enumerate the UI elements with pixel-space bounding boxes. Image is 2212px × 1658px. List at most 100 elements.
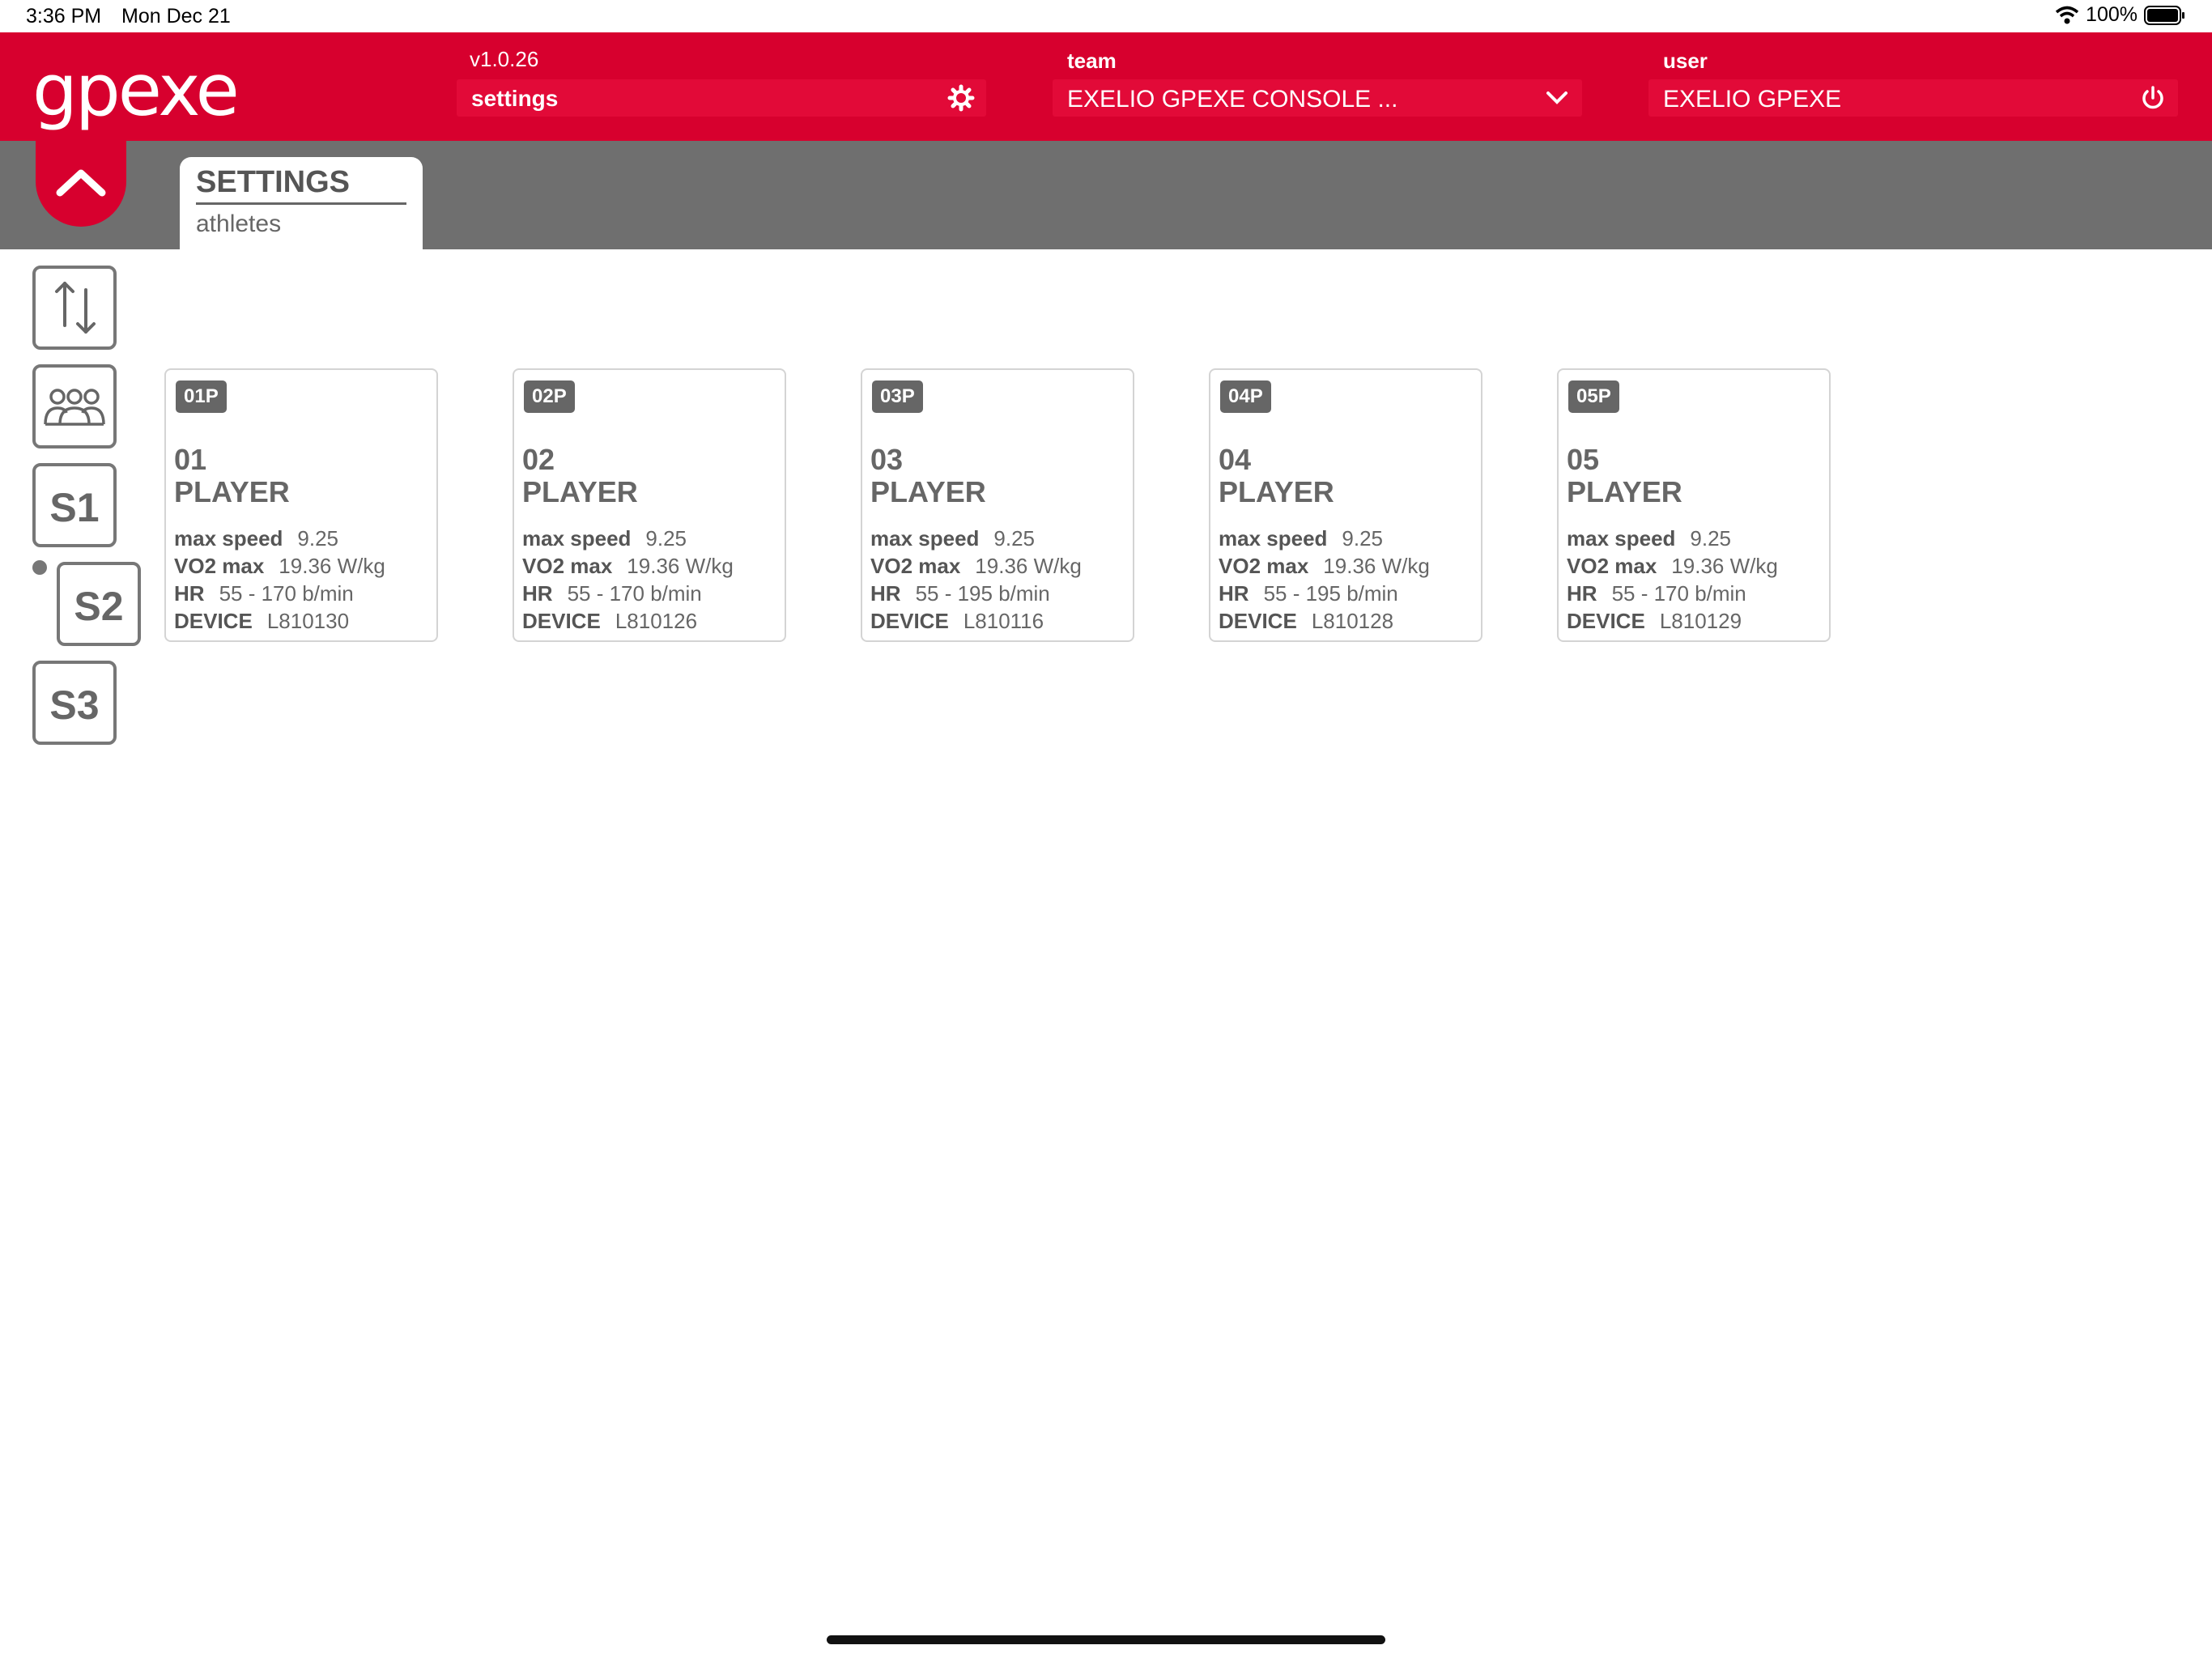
athlete-card[interactable]: 04P 04 PLAYER max speed 9.25 VO2 max 19.36… <box>1209 368 1482 642</box>
hr-label: HR <box>174 581 205 606</box>
max-speed-label: max speed <box>1567 526 1676 551</box>
vo2-row: VO2 max 19.36 W/kg <box>1567 554 1778 579</box>
device-label: DEVICE <box>174 609 253 633</box>
sort-arrows-icon <box>55 282 96 334</box>
session-s3-label: S3 <box>49 682 100 728</box>
max-speed-row: max speed 9.25 <box>1567 526 1731 551</box>
device-row: DEVICE L810128 <box>1219 609 1393 634</box>
user-field[interactable]: EXELIO GPEXE <box>1648 79 2178 117</box>
status-date: Mon Dec 21 <box>121 5 231 28</box>
athlete-name: PLAYER <box>1219 475 1334 508</box>
tab-title: SETTINGS <box>196 165 351 199</box>
athlete-badge: 01P <box>176 380 227 413</box>
max-speed-label: max speed <box>1219 526 1328 551</box>
device-label: DEVICE <box>1567 609 1645 633</box>
vo2-label: VO2 max <box>1567 554 1657 578</box>
vo2-value: 19.36 W/kg <box>1323 554 1430 578</box>
hr-label: HR <box>1567 581 1597 606</box>
athlete-card[interactable]: 02P 02 PLAYER max speed 9.25 VO2 max 19.36… <box>513 368 786 642</box>
session-s1-button[interactable]: S1 <box>32 463 117 547</box>
max-speed-label: max speed <box>174 526 283 551</box>
athlete-number: 01 <box>174 443 207 476</box>
battery-icon <box>2144 5 2184 25</box>
hr-value: 55 - 170 b/min <box>567 581 702 606</box>
user-value: EXELIO GPEXE <box>1663 86 1842 113</box>
team-label: team <box>1067 49 1117 73</box>
max-speed-label: max speed <box>870 526 980 551</box>
battery-percent: 100% <box>2086 3 2138 26</box>
session-s2-label: S2 <box>74 584 124 629</box>
athlete-card[interactable]: 01P 01 PLAYER max speed 9.25 VO2 max 19.36… <box>164 368 438 642</box>
hr-label: HR <box>1219 581 1249 606</box>
chevron-up-icon <box>56 169 106 197</box>
max-speed-value: 9.25 <box>1342 526 1384 551</box>
athlete-number: 04 <box>1219 443 1252 476</box>
power-icon[interactable] <box>2139 84 2167 112</box>
settings-button[interactable]: settings <box>457 79 986 117</box>
vo2-row: VO2 max 19.36 W/kg <box>870 554 1082 579</box>
hr-row: HR 55 - 170 b/min <box>1567 581 1746 606</box>
team-select[interactable]: EXELIO GPEXE CONSOLE ... <box>1053 79 1582 117</box>
hr-value: 55 - 170 b/min <box>1611 581 1746 606</box>
session-s1-label: S1 <box>49 485 100 530</box>
device-row: DEVICE L810129 <box>1567 609 1742 634</box>
team-view-button[interactable] <box>32 364 117 449</box>
hr-row: HR 55 - 195 b/min <box>1219 581 1398 606</box>
vo2-value: 19.36 W/kg <box>1671 554 1778 578</box>
hr-row: HR 55 - 170 b/min <box>174 581 354 606</box>
max-speed-value: 9.25 <box>297 526 339 551</box>
max-speed-row: max speed 9.25 <box>174 526 338 551</box>
max-speed-row: max speed 9.25 <box>1219 526 1383 551</box>
hr-label: HR <box>522 581 553 606</box>
device-label: DEVICE <box>522 609 601 633</box>
athlete-number: 03 <box>870 443 904 476</box>
settings-label: settings <box>471 86 559 111</box>
hr-value: 55 - 195 b/min <box>1263 581 1398 606</box>
hr-value: 55 - 195 b/min <box>915 581 1050 606</box>
athlete-number: 05 <box>1567 443 1600 476</box>
vo2-row: VO2 max 19.36 W/kg <box>174 554 385 579</box>
gpexe-logo: gpexe <box>32 49 240 132</box>
athlete-number: 02 <box>522 443 555 476</box>
device-value: L810129 <box>1659 609 1742 633</box>
athlete-badge: 03P <box>872 380 923 413</box>
athlete-card[interactable]: 03P 03 PLAYER max speed 9.25 VO2 max 19.36… <box>861 368 1134 642</box>
max-speed-row: max speed 9.25 <box>522 526 687 551</box>
chevron-down-icon <box>1546 91 1568 104</box>
vo2-label: VO2 max <box>522 554 613 578</box>
device-row: DEVICE L810126 <box>522 609 697 634</box>
tab-settings-athletes[interactable]: SETTINGS athletes <box>180 157 423 249</box>
hr-row: HR 55 - 170 b/min <box>522 581 702 606</box>
device-row: DEVICE L810116 <box>870 609 1044 634</box>
hr-row: HR 55 - 195 b/min <box>870 581 1050 606</box>
session-s3-button[interactable]: S3 <box>32 661 117 745</box>
wifi-icon <box>2055 6 2079 23</box>
vo2-label: VO2 max <box>1219 554 1309 578</box>
team-value: EXELIO GPEXE CONSOLE ... <box>1067 86 1398 113</box>
athlete-name: PLAYER <box>174 475 290 508</box>
status-bar: 3:36 PM Mon Dec 21 100% <box>0 0 2212 32</box>
device-label: DEVICE <box>870 609 949 633</box>
collapse-button[interactable] <box>36 141 126 227</box>
session-s2-button[interactable]: S2 <box>57 562 141 646</box>
hr-label: HR <box>870 581 901 606</box>
device-value: L810126 <box>615 609 698 633</box>
app-header: gpexe v1.0.26 settings team EXELIO GPEXE… <box>0 32 2212 141</box>
home-indicator[interactable] <box>827 1635 1385 1644</box>
active-indicator <box>32 560 47 575</box>
max-speed-value: 9.25 <box>993 526 1036 551</box>
athlete-card[interactable]: 05P 05 PLAYER max speed 9.25 VO2 max 19.36… <box>1557 368 1831 642</box>
vo2-row: VO2 max 19.36 W/kg <box>522 554 734 579</box>
device-value: L810116 <box>963 609 1044 633</box>
team-group-icon <box>44 389 105 426</box>
athlete-badge: 04P <box>1220 380 1271 413</box>
gear-icon <box>947 84 975 112</box>
sort-button[interactable] <box>32 266 117 350</box>
tab-divider <box>196 202 406 205</box>
athlete-badge: 02P <box>524 380 575 413</box>
athlete-name: PLAYER <box>522 475 638 508</box>
device-label: DEVICE <box>1219 609 1297 633</box>
hr-value: 55 - 170 b/min <box>219 581 354 606</box>
max-speed-value: 9.25 <box>645 526 687 551</box>
user-label: user <box>1663 49 1708 73</box>
